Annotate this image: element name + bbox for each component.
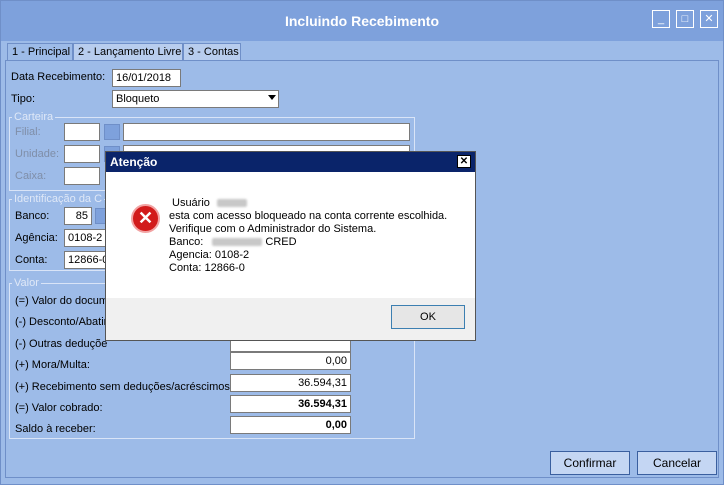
dialog-line-agencia: Agencia: 0108-2 [169, 249, 250, 261]
valor-documento-label: (=) Valor do docum [15, 295, 109, 307]
outras-deducoes-label: (-) Outras deduçõe [15, 338, 108, 350]
dialog-line-user: Usuário [169, 197, 247, 209]
data-recebimento-label: Data Recebimento: [11, 71, 106, 83]
valor-legend: Valor [14, 277, 39, 289]
valor-cobrado-field[interactable]: 36.594,31 [230, 395, 351, 413]
banco-prefix: Banco: [169, 236, 204, 248]
desconto-label: (-) Desconto/Abatir [15, 316, 108, 328]
caixa-label: Caixa: [15, 170, 47, 182]
conta-field[interactable]: 12866-0 [64, 251, 108, 269]
tipo-value: Bloqueto [116, 93, 160, 105]
recebimento-label: (+) Recebimento sem deduções/acréscimos: [15, 381, 233, 393]
dialog-line-conta: Conta: 12866-0 [169, 262, 245, 274]
chevron-down-icon[interactable] [268, 95, 276, 100]
filial-name-field[interactable] [123, 123, 410, 141]
ok-button[interactable]: OK [391, 305, 465, 329]
dialog-title: Atenção ✕ [106, 152, 475, 172]
title-bar: Incluindo Recebimento _ □ ✕ [1, 1, 723, 41]
close-button[interactable]: ✕ [700, 10, 718, 28]
user-label: Usuário [172, 197, 210, 209]
maximize-button[interactable]: □ [676, 10, 694, 28]
tab-contas[interactable]: 3 - Contas [183, 43, 241, 61]
carteira-legend: Carteira [14, 111, 54, 123]
dialog-line-banco: Banco: CRED [169, 236, 297, 248]
saldo-receber-field[interactable]: 0,00 [230, 416, 351, 434]
tab-lancamento-livre[interactable]: 2 - Lançamento Livre [73, 43, 183, 61]
filial-code-field[interactable] [64, 123, 100, 141]
recebimento-field[interactable]: 36.594,31 [230, 374, 351, 392]
dialog-line-2: esta com acesso bloqueado na conta corre… [169, 210, 448, 222]
redacted-username [216, 199, 247, 208]
minimize-button[interactable]: _ [652, 10, 670, 28]
dialog-title-text: Atenção [110, 155, 158, 169]
agencia-field[interactable]: 0108-2 [64, 229, 108, 247]
attention-dialog: Atenção ✕ ✕ Usuário esta com acesso bloq… [105, 151, 476, 341]
banco-suffix: CRED [265, 236, 297, 248]
dialog-body: ✕ Usuário esta com acesso bloqueado na c… [106, 172, 475, 298]
filial-label: Filial: [15, 126, 41, 138]
unidade-code-field[interactable] [64, 145, 100, 163]
tipo-select[interactable]: Bloqueto [112, 90, 279, 108]
mora-multa-label: (+) Mora/Multa: [15, 359, 90, 371]
mora-multa-field[interactable]: 0,00 [230, 352, 351, 370]
caixa-code-field[interactable] [64, 167, 100, 185]
unidade-label: Unidade: [15, 148, 60, 160]
dialog-line-3: Verifique com o Administrador do Sistema… [169, 223, 377, 235]
data-recebimento-field[interactable]: 16/01/2018 [112, 69, 181, 87]
agencia-label: Agência: [15, 232, 58, 244]
confirmar-button[interactable]: Confirmar [550, 451, 630, 475]
conta-label: Conta: [15, 254, 48, 266]
saldo-receber-label: Saldo à receber: [15, 423, 96, 435]
banco-code-field[interactable]: 85 [64, 207, 92, 225]
tab-principal[interactable]: 1 - Principal [7, 43, 73, 61]
identificacao-legend: Identificação da C [14, 193, 103, 205]
window-title: Incluindo Recebimento [284, 13, 439, 29]
cancelar-button[interactable]: Cancelar [637, 451, 717, 475]
filial-lookup-button[interactable] [104, 124, 120, 140]
banco-label: Banco: [15, 210, 50, 222]
dialog-close-button[interactable]: ✕ [457, 155, 471, 168]
valor-cobrado-label: (=) Valor cobrado: [15, 402, 103, 414]
error-icon: ✕ [131, 204, 160, 233]
redacted-bank-name [212, 238, 263, 247]
tipo-label: Tipo: [11, 93, 36, 105]
